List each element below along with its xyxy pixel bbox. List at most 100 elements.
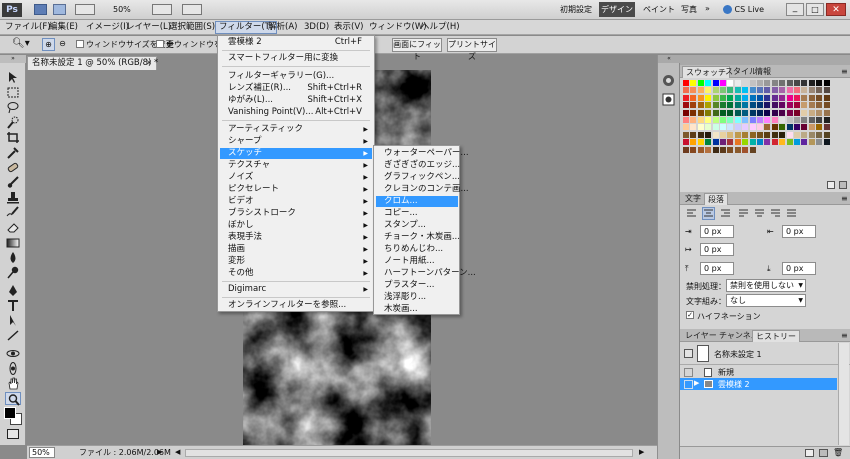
swatch-chip[interactable] xyxy=(801,117,808,123)
swatch-chip[interactable] xyxy=(757,87,763,94)
eraser-tool-icon[interactable] xyxy=(5,221,21,234)
swatch-chip[interactable] xyxy=(771,117,778,123)
swatch-chip[interactable] xyxy=(734,124,741,131)
menu-item-sharpen[interactable]: シャープ ▶ xyxy=(220,136,372,147)
swatch-chip[interactable] xyxy=(794,87,800,94)
tab-history[interactable]: ヒストリー xyxy=(752,330,800,342)
menu-item-digimarc[interactable]: Digimarc ▶ xyxy=(220,284,372,295)
swatch-chip[interactable] xyxy=(690,87,697,94)
marquee-tool-icon[interactable] xyxy=(5,86,21,99)
resize-windows-checkbox[interactable] xyxy=(76,40,84,48)
swatch-chip[interactable] xyxy=(705,94,712,101)
swatch-chip[interactable] xyxy=(794,80,800,86)
justify-last-left-button[interactable] xyxy=(738,208,749,219)
swatch-chip[interactable] xyxy=(808,139,815,146)
swatch-chip[interactable] xyxy=(697,94,704,101)
scroll-left-icon[interactable]: ◀ xyxy=(175,446,180,459)
swatch-chip[interactable] xyxy=(712,80,719,86)
swatch-chip[interactable] xyxy=(823,87,830,94)
menu-item-noise[interactable]: ノイズ ▶ xyxy=(220,172,372,183)
swatch-chip[interactable] xyxy=(757,80,763,86)
menu-item-conte-crayon[interactable]: クレヨンのコンテ画... xyxy=(376,184,469,195)
workspace-painting[interactable]: ペイント xyxy=(643,4,675,15)
menu-item-reticulation[interactable]: ちりめんじわ... xyxy=(376,244,458,255)
3d-orbit-tool-icon[interactable] xyxy=(5,362,21,375)
arrange-documents-icon[interactable] xyxy=(152,4,172,15)
menu-item-blur[interactable]: ぼかし ▶ xyxy=(220,220,372,231)
swatch-chip[interactable] xyxy=(683,102,689,109)
fit-screen-button[interactable]: 画面にフィット xyxy=(392,38,442,61)
lasso-tool-icon[interactable] xyxy=(5,101,21,114)
swatch-chip[interactable] xyxy=(764,131,771,138)
swatch-chip[interactable] xyxy=(779,117,786,123)
swatch-chip[interactable] xyxy=(712,117,719,123)
adjustments-panel-icon[interactable] xyxy=(662,93,675,106)
swatch-chip[interactable] xyxy=(742,124,749,131)
gradient-tool-icon[interactable] xyxy=(5,236,21,249)
swatch-chip[interactable] xyxy=(823,80,830,86)
history-source-checkbox[interactable] xyxy=(684,368,693,377)
swatch-chip[interactable] xyxy=(727,124,734,131)
swatch-chip[interactable] xyxy=(764,109,771,116)
swatch-chip[interactable] xyxy=(749,124,756,131)
justify-last-center-button[interactable] xyxy=(754,208,765,219)
swatch-chip[interactable] xyxy=(697,124,704,131)
swatch-chip[interactable] xyxy=(742,80,749,86)
menu-item-video[interactable]: ビデオ ▶ xyxy=(220,196,372,207)
swatch-chip[interactable] xyxy=(808,94,815,101)
swatch-chip[interactable] xyxy=(764,80,771,86)
swatch-chip[interactable] xyxy=(712,102,719,109)
path-selection-tool-icon[interactable] xyxy=(5,314,21,327)
history-panel-menu-icon[interactable]: ≡ xyxy=(838,330,850,342)
swatch-chip[interactable] xyxy=(757,124,763,131)
swatch-chip[interactable] xyxy=(749,87,756,94)
color-panel-icon[interactable] xyxy=(662,74,675,87)
menu-item-photocopy[interactable]: コピー... xyxy=(376,208,458,219)
zoom-in-mode-icon[interactable]: ⊕ xyxy=(42,38,55,51)
screen-mode-icon[interactable] xyxy=(182,4,202,15)
swatch-chip[interactable] xyxy=(705,124,712,131)
swatch-chip[interactable] xyxy=(690,139,697,146)
swatch-chip[interactable] xyxy=(720,109,726,116)
swatch-chip[interactable] xyxy=(771,94,778,101)
swatch-chip[interactable] xyxy=(712,124,719,131)
swatch-chip[interactable] xyxy=(794,109,800,116)
swatch-chip[interactable] xyxy=(742,146,749,153)
menu-item-bas-relief[interactable]: 浅浮彫り... xyxy=(376,292,458,303)
swatch-chip[interactable] xyxy=(697,146,704,153)
swatch-chip[interactable] xyxy=(720,146,726,153)
menu-item-browse-filters-online[interactable]: オンラインフィルターを参照... xyxy=(220,300,372,311)
swatch-chip[interactable] xyxy=(697,102,704,109)
eyedropper-tool-icon[interactable] xyxy=(5,146,21,159)
move-tool-icon[interactable] xyxy=(5,71,21,84)
3d-rotate-tool-icon[interactable] xyxy=(5,347,21,360)
swatch-chip[interactable] xyxy=(771,131,778,138)
swatch-chip[interactable] xyxy=(794,117,800,123)
swatch-chip[interactable] xyxy=(801,131,808,138)
history-state-slider-icon[interactable]: ▶ xyxy=(694,379,699,387)
tab-info[interactable]: 情報 xyxy=(752,66,774,78)
swatch-chip[interactable] xyxy=(771,109,778,116)
swatch-chip[interactable] xyxy=(720,139,726,146)
swatch-chip[interactable] xyxy=(794,102,800,109)
swatch-chip[interactable] xyxy=(720,102,726,109)
swatch-chip[interactable] xyxy=(690,102,697,109)
history-state-row-selected[interactable]: ▶ 雲模様 2 xyxy=(680,378,837,390)
workspace-more-icon[interactable]: » xyxy=(705,4,710,13)
swatch-chip[interactable] xyxy=(749,139,756,146)
menu-item-lens-correction[interactable]: レンズ補正(R)... Shift+Ctrl+R xyxy=(220,83,372,94)
swatch-chip[interactable] xyxy=(720,117,726,123)
swatch-chip[interactable] xyxy=(683,109,689,116)
swatch-chip[interactable] xyxy=(720,131,726,138)
swatch-chip[interactable] xyxy=(742,109,749,116)
swatch-chip[interactable] xyxy=(816,124,823,131)
scroll-right-icon[interactable]: ▶ xyxy=(639,446,644,459)
swatch-chip[interactable] xyxy=(786,117,793,123)
swatch-chip[interactable] xyxy=(749,131,756,138)
swatch-chip[interactable] xyxy=(727,109,734,116)
zoom-out-mode-icon[interactable]: ⊖ xyxy=(56,38,69,51)
swatch-chip[interactable] xyxy=(690,117,697,123)
minimize-button[interactable]: _ xyxy=(786,3,804,16)
swatch-chip[interactable] xyxy=(720,94,726,101)
hand-tool-icon[interactable] xyxy=(5,377,21,390)
